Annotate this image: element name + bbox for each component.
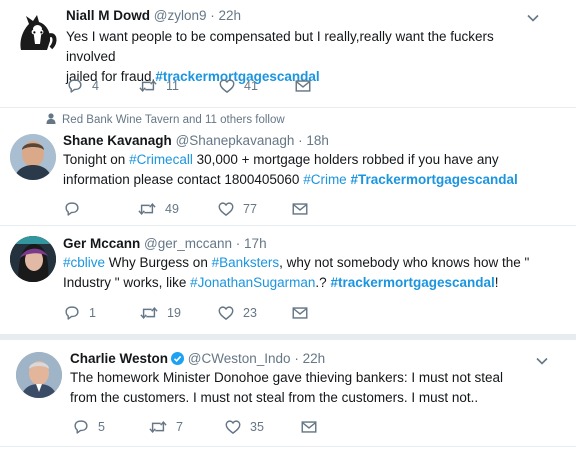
like-count: 77: [243, 202, 257, 216]
envelope-icon: [294, 77, 312, 95]
retweet-button[interactable]: 19: [139, 304, 181, 322]
reply-button[interactable]: 4: [66, 77, 99, 95]
hashtag-link[interactable]: #Trackermortgagescandal: [350, 172, 517, 187]
handle[interactable]: @zylon9: [154, 8, 207, 23]
reply-button[interactable]: 1: [63, 304, 96, 322]
tweet-text: Tonight on #Crimecall 30,000 + mortgage …: [63, 152, 518, 187]
person-avatar-icon: [10, 236, 56, 282]
timestamp[interactable]: 22h: [303, 351, 326, 366]
reply-button[interactable]: 5: [72, 418, 105, 436]
like-button[interactable]: 77: [217, 200, 257, 218]
tweet-text: #cblive Why Burgess on #Banksters, why n…: [63, 255, 530, 290]
like-count: 23: [243, 306, 257, 320]
timestamp[interactable]: 22h: [219, 8, 242, 23]
like-count: 41: [244, 79, 258, 93]
social-context: Red Bank Wine Tavern and 11 others follo…: [46, 113, 285, 126]
older-man-avatar-icon: [16, 352, 62, 398]
person-icon: [46, 113, 56, 124]
retweet-icon: [148, 418, 168, 436]
handle[interactable]: @CWeston_Indo: [188, 351, 291, 366]
tweet-header: Shane Kavanagh @Shanepkavanagh · 18h: [63, 133, 329, 148]
reply-icon: [63, 200, 81, 218]
retweet-icon: [138, 77, 158, 95]
reply-icon: [66, 77, 84, 95]
handle[interactable]: @Shanepkavanagh: [176, 133, 295, 148]
hashtag-link[interactable]: #Banksters: [212, 255, 280, 270]
tweet-header: Ger Mccann @ger_mccann · 17h: [63, 236, 267, 251]
hashtag-link[interactable]: #trackermortgagescandal: [330, 275, 494, 290]
direct-message-button[interactable]: [291, 304, 309, 322]
tweet-4[interactable]: Charlie Weston @CWeston_Indo · 22h The h…: [0, 340, 576, 455]
divider: [0, 446, 576, 447]
envelope-icon: [300, 418, 318, 436]
avatar[interactable]: [10, 236, 56, 282]
tweet-3[interactable]: Ger Mccann @ger_mccann · 17h #cblive Why…: [0, 226, 576, 334]
envelope-icon: [291, 304, 309, 322]
reply-icon: [63, 304, 81, 322]
reply-button[interactable]: [63, 200, 89, 218]
retweet-count: 11: [166, 79, 179, 93]
avatar[interactable]: [16, 352, 62, 398]
envelope-icon: [291, 200, 309, 218]
like-button[interactable]: 35: [224, 418, 264, 436]
avatar[interactable]: [13, 10, 59, 56]
retweet-button[interactable]: 7: [148, 418, 183, 436]
retweet-count: 49: [165, 202, 179, 216]
timestamp[interactable]: 17h: [244, 236, 267, 251]
like-button[interactable]: 23: [217, 304, 257, 322]
tweet-header: Charlie Weston @CWeston_Indo · 22h: [70, 351, 326, 366]
hashtag-link[interactable]: #Crime: [303, 172, 347, 187]
display-name[interactable]: Niall M Dowd: [66, 8, 150, 23]
direct-message-button[interactable]: [294, 77, 312, 95]
tweet-1[interactable]: Niall M Dowd @zylon9 · 22h Yes I want pe…: [0, 0, 576, 107]
handle[interactable]: @ger_mccann: [144, 236, 232, 251]
direct-message-button[interactable]: [300, 418, 318, 436]
tweet-2[interactable]: Red Bank Wine Tavern and 11 others follo…: [0, 108, 576, 225]
timestamp[interactable]: 18h: [306, 133, 329, 148]
retweet-icon: [139, 304, 159, 322]
tweet-text: The homework Minister Donohoe gave thiev…: [70, 370, 503, 405]
display-name[interactable]: Ger Mccann: [63, 236, 140, 251]
reply-count: 1: [89, 306, 96, 320]
retweet-count: 7: [176, 420, 183, 434]
reply-count: 5: [98, 420, 105, 434]
direct-message-button[interactable]: [291, 200, 309, 218]
heart-icon: [218, 77, 236, 95]
heart-icon: [217, 200, 235, 218]
display-name[interactable]: Charlie Weston: [70, 351, 168, 366]
heart-icon: [217, 304, 235, 322]
like-button[interactable]: 41: [218, 77, 258, 95]
hashtag-link[interactable]: #JonathanSugarman: [190, 275, 315, 290]
verified-badge-icon: [171, 352, 185, 365]
retweet-button[interactable]: 11: [138, 77, 179, 95]
chevron-down-icon[interactable]: [527, 14, 539, 22]
avatar[interactable]: [10, 134, 56, 180]
chevron-down-icon[interactable]: [536, 357, 548, 365]
hashtag-link[interactable]: #cblive: [63, 255, 105, 270]
reply-count: 4: [92, 79, 99, 93]
cartoon-skunk-avatar-icon: [20, 15, 57, 50]
tweet-header: Niall M Dowd @zylon9 · 22h: [66, 8, 242, 23]
retweet-count: 19: [167, 306, 181, 320]
like-count: 35: [250, 420, 264, 434]
hashtag-link[interactable]: #Crimecall: [129, 152, 193, 167]
retweet-button[interactable]: 49: [137, 200, 179, 218]
display-name[interactable]: Shane Kavanagh: [63, 133, 172, 148]
reply-icon: [72, 418, 90, 436]
heart-icon: [224, 418, 242, 436]
man-avatar-icon: [10, 134, 56, 180]
retweet-icon: [137, 200, 157, 218]
